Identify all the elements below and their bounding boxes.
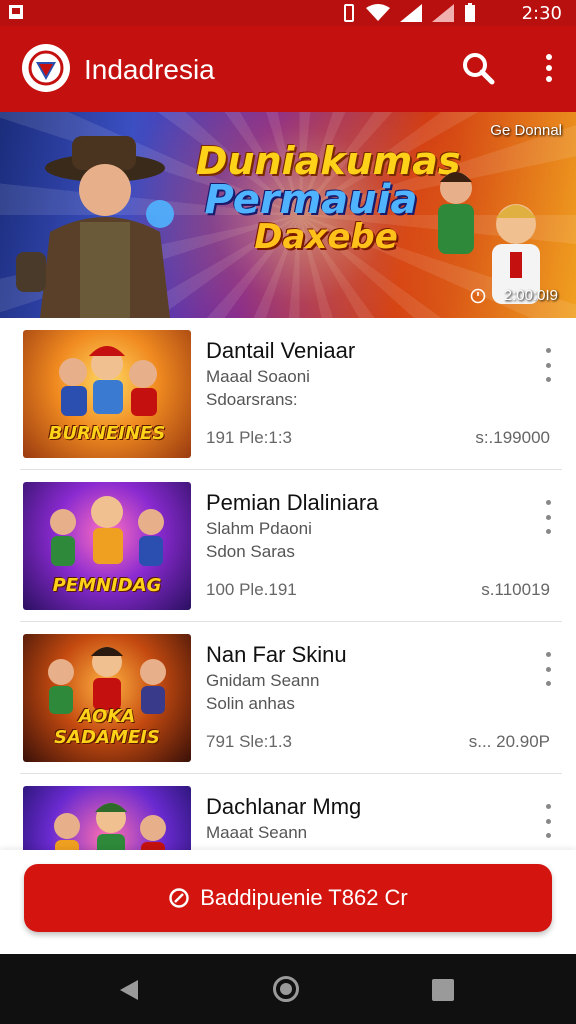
item-more-icon[interactable] (542, 348, 554, 382)
vibrate-icon (344, 4, 354, 22)
thumbnail-title: PEMNIDAG (52, 575, 162, 596)
featured-banner[interactable]: Duniakumas Permauia Daxebe Ge Donnal 2:0… (0, 112, 576, 318)
search-icon[interactable] (460, 50, 496, 86)
clock-icon (470, 288, 486, 303)
system-nav-bar (0, 954, 576, 1024)
game-thumbnail: PEMNIDAG (23, 482, 191, 610)
status-bar: 2:30 (0, 0, 576, 26)
game-meta: 100 Ple.191 (206, 580, 297, 599)
game-meta: 191 Ple:1:3 (206, 428, 293, 447)
game-subtitle: Slahm Pdaoni (206, 519, 312, 538)
item-more-icon[interactable] (542, 804, 554, 838)
banner-count: 2:00:0I9 (503, 287, 558, 304)
game-title: Pemian Dlaliniara (206, 490, 379, 515)
banner-title-line2: Permauia (204, 177, 418, 223)
signal-icon-2 (432, 4, 454, 22)
signal-icon (400, 4, 422, 22)
game-subtitle: Gnidam Seann (206, 671, 320, 690)
recent-apps-icon[interactable] (432, 979, 454, 1001)
banner-title-line3: Daxebe (254, 217, 398, 257)
game-list: BURNEINES Dantail Veniaar Maaal Soaoni S… (0, 318, 576, 850)
game-thumbnail: BURNEINES (23, 330, 191, 458)
game-meta: 791 Sle:1.3 (206, 732, 293, 751)
list-item[interactable]: Dachlanar Mmg Maaat Seann (20, 774, 562, 850)
app-title: Indadresia (84, 54, 215, 85)
game-title: Dachlanar Mmg (206, 794, 362, 819)
clock: 2:30 (521, 3, 562, 24)
banner-label: Ge Donnal (490, 122, 562, 139)
banner-title: Duniakumas Permauia Daxebe (196, 139, 461, 257)
battery-icon (465, 3, 475, 22)
game-price: s... 20.90P (468, 732, 550, 751)
game-subtitle: Maaal Soaoni (206, 367, 310, 386)
app-bar: Indadresia (0, 26, 576, 112)
thumbnail-title: BURNEINES (48, 423, 166, 444)
game-title: Dantail Veniaar (206, 338, 356, 363)
primary-action-label: Baddipuenie T862 Cr (200, 885, 408, 910)
list-item[interactable]: PEMNIDAG Pemian Dlaliniara Slahm Pdaoni … (20, 470, 562, 622)
game-title: Nan Far Skinu (206, 642, 347, 667)
cowboy-hero-illustration (16, 136, 174, 318)
shield-logo-icon (28, 50, 64, 86)
item-more-icon[interactable] (542, 652, 554, 686)
notification-icon (9, 5, 23, 19)
banner-title-line1: Duniakumas (196, 139, 461, 183)
game-thumbnail (23, 786, 191, 850)
list-item[interactable]: AOKA SADAMEIS Nan Far Skinu Gnidam Seann… (20, 622, 562, 774)
app-logo[interactable] (22, 44, 70, 92)
characters-illustration (54, 803, 166, 850)
game-description: Sdon Saras (206, 542, 295, 561)
thumbnail-title: AOKA SADAMEIS (54, 706, 160, 748)
primary-action-button[interactable]: Baddipuenie T862 Cr (24, 864, 552, 932)
list-item[interactable]: BURNEINES Dantail Veniaar Maaal Soaoni S… (20, 318, 562, 470)
game-subtitle: Maaat Seann (206, 823, 308, 842)
overflow-menu-icon[interactable] (540, 50, 558, 86)
banner-footer: 2:00:0I9 (470, 287, 558, 304)
back-icon[interactable] (118, 979, 140, 1001)
status-icons (342, 3, 476, 23)
clock-icon (169, 888, 189, 908)
game-price: s.110019 (481, 580, 550, 599)
item-more-icon[interactable] (542, 500, 554, 534)
game-thumbnail: AOKA SADAMEIS (23, 634, 191, 762)
game-price: s:.199000 (475, 428, 550, 447)
bottom-action-area: Baddipuenie T862 Cr (0, 850, 576, 954)
game-description: Sdoarsrans: (206, 390, 298, 409)
game-description: Solin anhas (206, 694, 295, 713)
wifi-icon (366, 4, 390, 21)
home-icon[interactable] (273, 976, 299, 1002)
